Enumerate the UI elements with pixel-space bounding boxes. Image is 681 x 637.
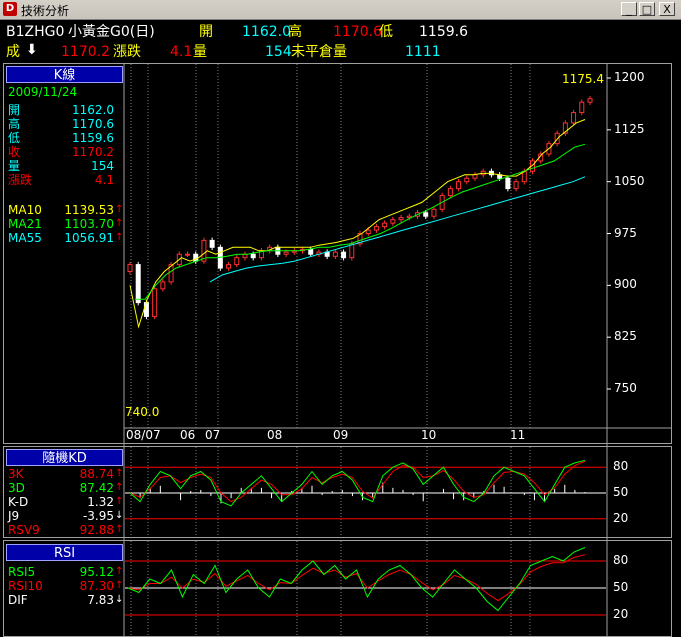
kd-tick-label: 20 [613, 510, 629, 525]
candle-body [308, 248, 314, 255]
candle-body [390, 219, 396, 224]
candle-body [135, 264, 141, 304]
rsi5-line [127, 547, 586, 612]
candle-body [579, 101, 585, 114]
candle-body [127, 264, 133, 273]
candle-body [226, 264, 232, 269]
candle-body [250, 253, 256, 259]
candle-body [242, 253, 248, 259]
x-tick-label: 08 [267, 428, 283, 442]
y-tick-label: 825 [614, 329, 637, 344]
candle-body [423, 212, 429, 217]
y-tick-label: 1200 [614, 70, 645, 84]
rsi-tick-label: 80 [613, 553, 629, 567]
y-tick-label: 1050 [614, 173, 645, 188]
max-price-label: 1175.4 [562, 72, 604, 86]
x-tick-label: 08/07 [126, 428, 161, 442]
candle-body [152, 288, 158, 317]
candle-body [332, 251, 338, 257]
x-tick-label: 06 [180, 428, 196, 442]
x-tick-label: 07 [205, 428, 221, 442]
candle-body [382, 222, 388, 228]
candle-body [447, 188, 453, 196]
candle-body [373, 226, 379, 231]
kd-tick-label: 50 [613, 485, 629, 499]
rsi-tick-label: 50 [613, 580, 629, 594]
candle-body [513, 181, 519, 190]
kd-tick-label: 80 [613, 459, 629, 474]
candle-body [505, 177, 511, 190]
candle-body [349, 243, 355, 259]
min-price-label: 740.0 [125, 405, 160, 419]
candle-body [587, 98, 593, 103]
candle-body [209, 239, 215, 248]
y-tick-label: 975 [614, 225, 637, 240]
candle-body [431, 208, 437, 217]
candle-body [185, 253, 190, 256]
y-tick-label: 750 [614, 381, 637, 395]
ma21-line [135, 143, 586, 300]
candle-body [398, 217, 404, 221]
x-tick-label: 09 [333, 428, 349, 442]
y-tick-label: 900 [614, 277, 637, 292]
candle-body [160, 281, 166, 290]
rsi-tick-label: 20 [613, 607, 629, 621]
x-tick-label: 11 [510, 428, 526, 442]
y-tick-label: 1125 [614, 121, 645, 136]
ma10-line [129, 119, 586, 329]
candle-body [365, 229, 371, 235]
candle-body [283, 251, 289, 255]
candle-body [464, 177, 470, 183]
ma55-line [209, 176, 586, 283]
candle-body [193, 253, 199, 262]
candle-body [571, 112, 577, 124]
x-tick-label: 10 [421, 428, 437, 442]
price-chart [123, 64, 672, 636]
candle-body [341, 251, 347, 259]
candle-body [234, 257, 240, 266]
candle-body [456, 181, 462, 190]
